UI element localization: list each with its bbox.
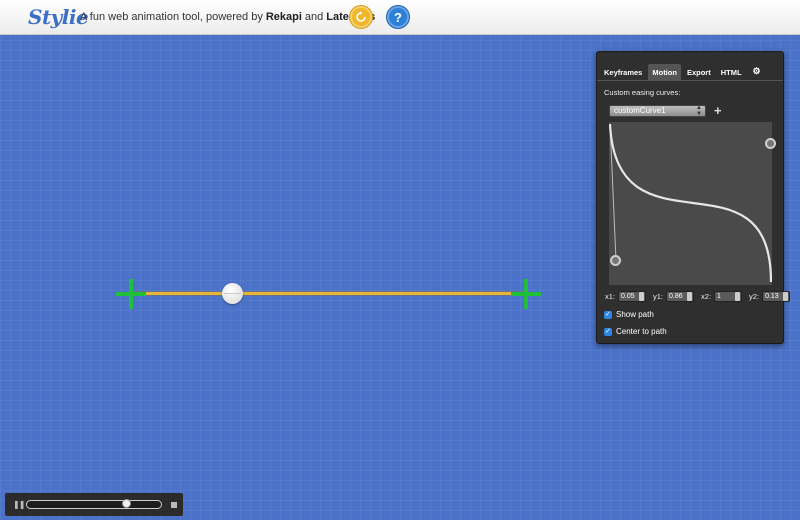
app-logo: Stylie [28,5,89,29]
spinner-icon[interactable] [687,292,693,301]
show-path-label: Show path [616,310,654,319]
animated-actor [222,283,243,304]
bezier-handle-2[interactable] [765,138,776,149]
panel-tabs: Keyframes Motion Export HTML ⚙ [597,52,783,81]
param-y2-label: y2: [749,292,760,301]
spinner-icon[interactable] [783,292,789,301]
param-x1-input[interactable]: 0.05 [618,291,647,302]
curve-select-value: customCurve1 [614,105,666,115]
param-y2-input[interactable]: 0.13 [762,291,791,302]
add-curve-button[interactable]: + [714,103,722,118]
end-crosshair[interactable] [511,279,541,309]
center-path-checkbox[interactable]: ✓ [604,327,612,336]
select-arrows-icon: ▲ ▼ [696,104,702,117]
param-y1-label: y1: [653,292,664,301]
rekapi-link[interactable]: Rekapi [266,11,302,23]
refresh-icon [356,11,366,22]
easing-section-label: Custom easing curves: [604,88,681,97]
pause-icon[interactable]: ❚❚ [13,500,25,509]
gear-icon[interactable]: ⚙ [748,64,766,81]
tab-export[interactable]: Export [683,64,715,81]
param-x1-label: x1: [605,292,616,301]
tab-motion[interactable]: Motion [648,64,681,81]
app-header: Stylie A fun web animation tool, powered… [0,0,800,35]
param-x2-input[interactable]: 1 [714,291,743,302]
bezier-curve-editor[interactable] [609,122,776,285]
help-button[interactable]: ? [387,6,409,28]
show-path-checkbox[interactable]: ✓ [604,310,612,319]
scrubber-handle[interactable] [122,499,131,508]
bezier-params: x1: 0.05 y1: 0.86 x2: 1 y2: 0.13 [605,291,794,302]
timeline-scrubber[interactable] [26,499,162,509]
param-x2-label: x2: [701,292,712,301]
center-path-row: ✓ Center to path [604,327,667,336]
tagline-text: A fun web animation tool, powered by [80,11,263,23]
control-panel: Keyframes Motion Export HTML ⚙ Custom ea… [596,51,791,344]
tab-html[interactable]: HTML [717,64,746,81]
stop-icon[interactable] [171,502,177,508]
playback-controls: ❚❚ [5,493,183,516]
spinner-icon[interactable] [639,292,645,301]
bezier-curve-graph [609,123,772,283]
easing-curve [609,123,772,283]
center-path-label: Center to path [616,327,667,336]
curve-select[interactable]: customCurve1 ▲ ▼ [609,104,706,117]
param-y1-input[interactable]: 0.86 [666,291,695,302]
motion-path [131,292,527,295]
start-crosshair[interactable] [116,279,146,309]
bezier-handle-1[interactable] [610,255,621,266]
tagline-and: and [304,11,324,23]
tab-keyframes[interactable]: Keyframes [600,64,646,81]
app-tagline: A fun web animation tool, powered by Rek… [80,11,375,23]
reset-button[interactable] [350,6,372,28]
show-path-row: ✓ Show path [604,310,654,319]
spinner-icon[interactable] [735,292,741,301]
